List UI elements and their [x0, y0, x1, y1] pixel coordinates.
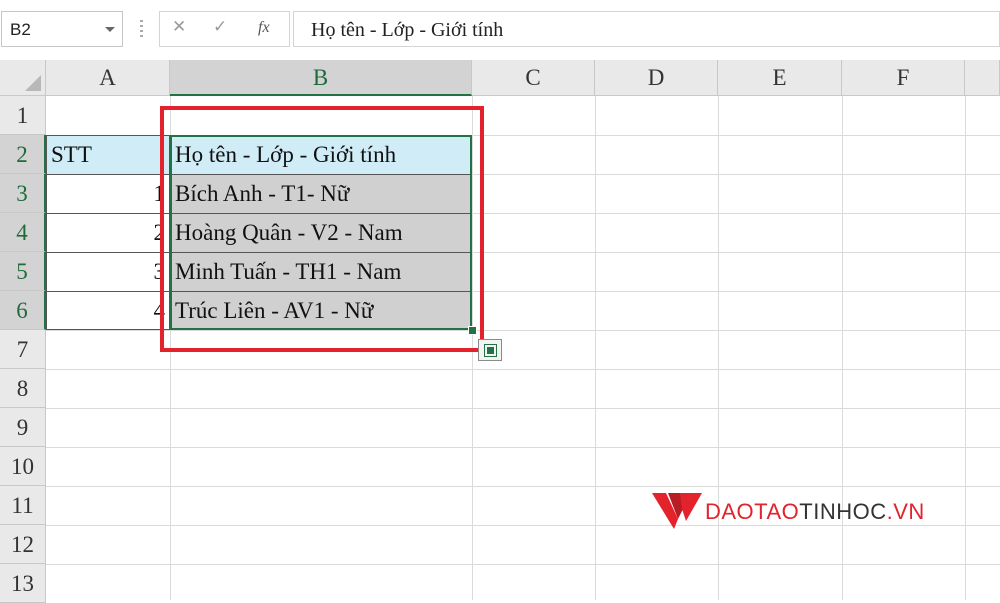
name-box[interactable]: B2 [1, 11, 123, 47]
column-header-g[interactable] [965, 60, 1000, 96]
table-border [46, 291, 170, 292]
cell-b2[interactable]: Họ tên - Lớp - Giới tính [170, 135, 472, 174]
logo-text-part2: TINHOC [799, 499, 887, 524]
formula-bar: B2 ✕ ✓ fx Họ tên - Lớp - Giới tính [0, 0, 1000, 60]
formula-buttons: ✕ ✓ fx [159, 11, 290, 47]
cell-b5[interactable]: Minh Tuấn - TH1 - Nam [170, 252, 472, 291]
cell-a5[interactable]: 3 [46, 252, 170, 291]
gridline [46, 564, 1000, 565]
row-header-5[interactable]: 5 [0, 252, 46, 291]
chevron-down-icon[interactable] [105, 27, 115, 32]
logo-text-part3: .VN [886, 499, 925, 524]
row-header-11[interactable]: 11 [0, 486, 46, 525]
row-header-6[interactable]: 6 [0, 291, 46, 330]
formula-text: Họ tên - Lớp - Giới tính [311, 19, 504, 41]
separator-grip[interactable] [140, 20, 143, 40]
row-header-8[interactable]: 8 [0, 369, 46, 408]
table-border [172, 252, 470, 253]
logo-text: DAOTAOTINHOC.VN [705, 499, 925, 525]
cell-b4[interactable]: Hoàng Quân - V2 - Nam [170, 213, 472, 252]
row-header-4[interactable]: 4 [0, 213, 46, 252]
row-header-10[interactable]: 10 [0, 447, 46, 486]
row-header-12[interactable]: 12 [0, 525, 46, 564]
table-border [46, 213, 170, 214]
column-header-a[interactable]: A [46, 60, 170, 96]
logo-text-part1: DAOTAO [705, 499, 800, 524]
cell-b6[interactable]: Trúc Liên - AV1 - Nữ [170, 291, 472, 330]
insert-function-icon[interactable]: fx [258, 19, 270, 37]
row-header-13[interactable]: 13 [0, 564, 46, 603]
table-border [172, 213, 470, 214]
table-border [46, 174, 170, 175]
logo-mark-icon [652, 493, 702, 529]
gridline [46, 369, 1000, 370]
gridline [46, 330, 1000, 331]
enter-icon[interactable]: ✓ [213, 17, 227, 37]
gridline [46, 408, 1000, 409]
table-border [46, 252, 170, 253]
quick-analysis-icon[interactable] [478, 339, 502, 361]
column-header-f[interactable]: F [842, 60, 965, 96]
fill-handle[interactable] [468, 326, 477, 335]
formula-input[interactable]: Họ tên - Lớp - Giới tính [293, 11, 1000, 47]
cell-a4[interactable]: 2 [46, 213, 170, 252]
row-header-2[interactable]: 2 [0, 135, 46, 174]
cell-a6[interactable]: 4 [46, 291, 170, 330]
column-header-e[interactable]: E [718, 60, 842, 96]
cell-a2[interactable]: STT [46, 135, 170, 174]
name-box-value: B2 [10, 20, 31, 39]
row-header-7[interactable]: 7 [0, 330, 46, 369]
watermark-logo: DAOTAOTINHOC.VN [650, 485, 950, 535]
gridline [46, 447, 1000, 448]
column-header-d[interactable]: D [595, 60, 718, 96]
row-header-9[interactable]: 9 [0, 408, 46, 447]
cell-b3[interactable]: Bích Anh - T1- Nữ [170, 174, 472, 213]
cell-a3[interactable]: 1 [46, 174, 170, 213]
table-border [172, 174, 470, 175]
column-header-b[interactable]: B [170, 60, 472, 96]
select-all-button[interactable] [0, 60, 46, 96]
cancel-icon[interactable]: ✕ [172, 17, 186, 37]
row-header-3[interactable]: 3 [0, 174, 46, 213]
table-border [172, 291, 470, 292]
row-header-1[interactable]: 1 [0, 96, 46, 135]
column-header-c[interactable]: C [472, 60, 595, 96]
